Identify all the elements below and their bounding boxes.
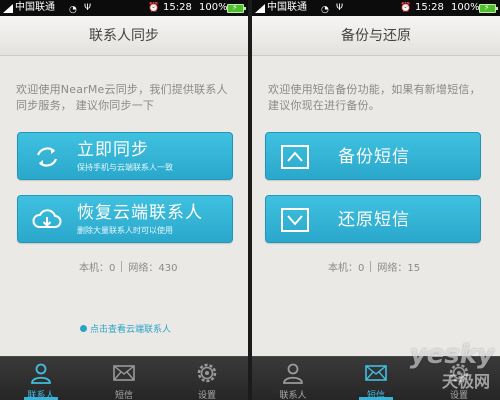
carrier-name: 中国联通 [267,2,307,13]
local-count: 本机：0 [328,263,365,274]
count-divider [121,261,123,272]
restore-cloud-sub: 删除大量联系人时可以使用 [77,226,173,235]
battery-icon: ⚡ [479,3,498,13]
count-divider [370,261,372,272]
watermark-text: 天极网 [441,372,490,391]
signal-icon [3,4,13,13]
cloud-download-icon [32,209,62,228]
sync-icon [36,147,58,167]
battery-percent: 100% [451,2,480,13]
upload-box-icon [281,145,309,169]
page-title: 备份与还原 [252,16,500,56]
usb-icon: Ψ [84,3,92,13]
tab-sms[interactable]: 短信 [335,357,417,400]
contacts-sync-screen: 中国联通 ◔ Ψ ⏰ 15:28 100% ⚡ 联系人同步 欢迎使用NearMe… [0,0,248,400]
alarm-icon: ⏰ [400,3,412,13]
network-count: 网络：430 [128,263,178,274]
restore-sms-label: 还原短信 [338,210,410,230]
tab-settings[interactable]: 设置 [166,357,248,400]
tab-contacts-label: 联系人 [279,391,307,400]
contact-counts: 本机：0 网络：430 [79,259,177,274]
tab-contacts[interactable]: 联系人 [0,357,82,400]
backup-sms-label: 备份短信 [338,147,410,167]
watermark-logo: yesky [409,340,494,370]
sms-backup-screen: 中国联通 ◔ Ψ ⏰ 15:28 100% ⚡ 备份与还原 欢迎使用短信备份功能… [252,0,500,400]
clock: 15:28 [163,2,192,13]
sync-now-sub: 保持手机与云端联系人一致 [77,163,173,172]
page-title: 联系人同步 [0,16,248,56]
view-cloud-contacts-link[interactable]: 点击查看云端联系人 [80,322,171,335]
view-cloud-contacts-label: 点击查看云端联系人 [90,325,172,335]
sync-now-label: 立即同步 [77,140,149,160]
local-count: 本机：0 [79,263,116,274]
tab-sms[interactable]: 短信 [83,357,165,400]
battery-icon: ⚡ [227,3,246,13]
person-icon [283,363,303,384]
tab-contacts[interactable]: 联系人 [252,357,334,400]
battery-percent: 100% [199,2,228,13]
gear-icon [197,363,217,383]
network-count: 网络：15 [377,263,421,274]
backup-sms-button[interactable]: 备份短信 [265,132,481,180]
status-bar: 中国联通 ◔ Ψ ⏰ 15:28 100% ⚡ [252,0,500,16]
tab-settings-label: 设置 [197,391,216,400]
restore-cloud-contacts-button[interactable]: 恢复云端联系人 删除大量联系人时可以使用 [17,195,233,243]
link-dot-icon [80,325,87,332]
signal-icon [255,4,265,13]
alarm-icon: ⏰ [148,3,160,13]
bottom-tab-bar: 联系人 短信 设置 [0,356,248,400]
restore-sms-button[interactable]: 还原短信 [265,195,481,243]
restore-cloud-label: 恢复云端联系人 [77,203,203,223]
description-text: 欢迎使用短信备份功能，如果有新增短信，建议你现在进行备份。 [268,83,481,112]
clock: 15:28 [415,2,444,13]
tab-sms-label: 短信 [114,391,133,400]
person-icon [31,363,51,384]
envelope-icon [365,365,387,381]
status-bar: 中国联通 ◔ Ψ ⏰ 15:28 100% ⚡ [0,0,248,16]
envelope-icon [113,365,135,381]
sms-counts: 本机：0 网络：15 [328,259,420,274]
carrier-name: 中国联通 [15,2,55,13]
usb-icon: Ψ [336,3,344,13]
sync-now-button[interactable]: 立即同步 保持手机与云端联系人一致 [17,132,233,180]
description-text: 欢迎使用NearMe云同步，我们提供联系人同步服务， 建议你同步一下 [16,83,228,112]
download-box-icon [281,208,309,232]
